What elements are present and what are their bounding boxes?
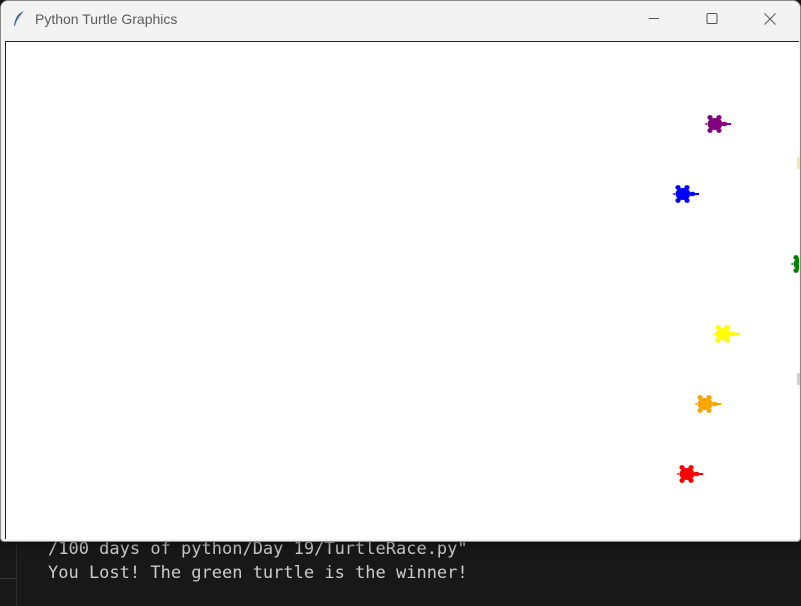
terminal-output-line: /100 days of python/Day 19/TurtleRace.py… [48, 539, 468, 559]
turtle-canvas[interactable] [5, 41, 799, 539]
turtle-blue [671, 183, 701, 205]
turtle-purple [703, 113, 733, 135]
minimize-button[interactable] [625, 1, 683, 38]
close-icon [764, 13, 776, 25]
turtle-green [789, 253, 799, 275]
maximize-icon [706, 13, 718, 24]
terminal-result-line: You Lost! The green turtle is the winner… [48, 563, 468, 583]
minimize-icon [649, 18, 659, 19]
turtle-red [675, 463, 705, 485]
feather-icon [12, 10, 26, 28]
turtle-yellow [711, 323, 741, 345]
edge-mark-yellow [797, 157, 800, 169]
window-title: Python Turtle Graphics [35, 11, 178, 27]
maximize-button[interactable] [683, 1, 741, 38]
close-button[interactable] [741, 1, 799, 38]
turtle-graphics-window: Python Turtle Graphics [0, 0, 801, 542]
title-bar[interactable]: Python Turtle Graphics [1, 1, 800, 38]
edge-mark-gray [797, 373, 800, 385]
turtle-orange [693, 393, 723, 415]
terminal-gutter [0, 540, 17, 606]
